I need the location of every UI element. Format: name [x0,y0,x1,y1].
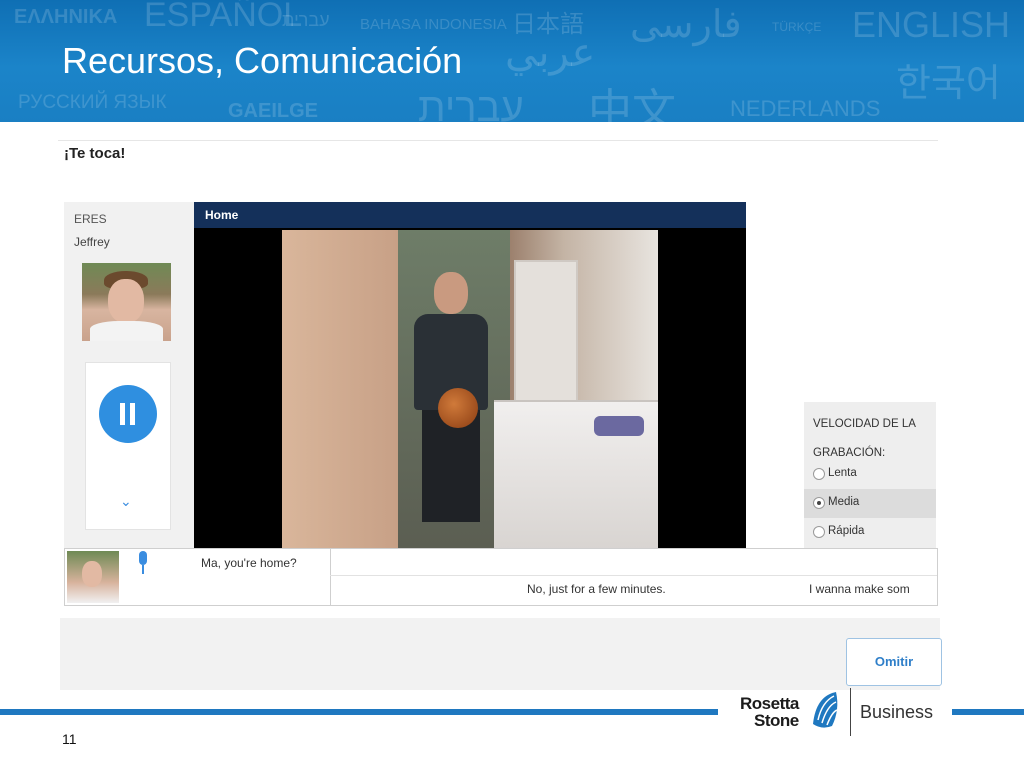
dialogue-strip: Ma, you're home? No, just for a few minu… [64,548,938,606]
page-number: 11 [62,731,77,747]
banner-word: NEDERLANDS [730,96,881,121]
video-frame [282,230,658,548]
speed-option-label: Lenta [828,467,857,479]
video-title: Home [205,208,239,222]
dialogue-line: I wanna make som [809,582,910,596]
divider [58,140,938,141]
dialogue-line: No, just for a few minutes. [527,582,666,596]
speed-option-label: Media [828,496,860,508]
speed-option-label: Rápida [828,525,865,537]
banner-word: TÜRKÇE [772,20,822,34]
playback-speed-panel: VELOCIDAD DE LA GRABACIÓN: Lenta Media R… [804,402,936,548]
role-label: ERES [74,212,107,226]
pause-icon[interactable] [99,385,157,443]
banner-word: فارسی [630,4,742,46]
app-screenshot: ¡Te toca! ERES Jeffrey ⌄ Home VELOCIDAD … [58,138,942,690]
action-bar: Omitir [60,618,942,690]
banner-word: ESPAÑOL [144,0,303,34]
avatar [67,551,119,603]
recording-panel: ⌄ [85,362,171,530]
banner-word: РУССКИЙ ЯЗЫК [18,92,167,113]
avatar [82,263,171,341]
rosetta-stone-logo: Rosetta Stone Business [740,688,945,740]
chevron-down-icon[interactable]: ⌄ [120,493,132,510]
banner-word: עברית [418,86,524,122]
banner-word: عربي [505,31,596,75]
banner-word: BAHASA INDONESIA [360,16,507,33]
radio-button[interactable] [813,497,825,509]
footer-divider [952,709,1024,715]
prompt-title: ¡Te toca! [64,145,126,162]
microphone-icon[interactable] [137,551,149,577]
role-panel: ERES Jeffrey ⌄ [64,202,194,548]
banner-word: עברית [282,10,330,30]
role-name: Jeffrey [74,235,110,249]
footer-divider [0,709,718,715]
logo-text: Stone [754,711,799,730]
video-player[interactable]: Home [194,202,746,548]
header-banner: ΕΛΛΗΝΙΚΑ ESPAÑOL עברית BAHASA INDONESIA … [0,0,1024,122]
banner-word: 한국어 [896,63,1001,105]
radio-button[interactable] [813,468,825,480]
banner-word: ENGLISH [852,4,1011,45]
slide-title: Recursos, Comunicación [62,40,463,81]
banner-word: ΕΛΛΗΝΙΚΑ [14,6,118,28]
banner-word: GAEILGE [228,100,319,122]
video-header: Home [194,202,746,228]
shell-logo-icon [813,692,838,728]
speed-option-media[interactable]: Media [804,489,936,518]
skip-button[interactable]: Omitir [846,638,942,686]
dialogue-line: Ma, you're home? [201,556,297,570]
speed-option-lenta[interactable]: Lenta [804,460,936,489]
radio-button[interactable] [813,526,825,538]
logo-text: Business [860,702,934,722]
speed-option-rapida[interactable]: Rápida [804,518,936,547]
banner-word: 中文 [588,86,676,122]
